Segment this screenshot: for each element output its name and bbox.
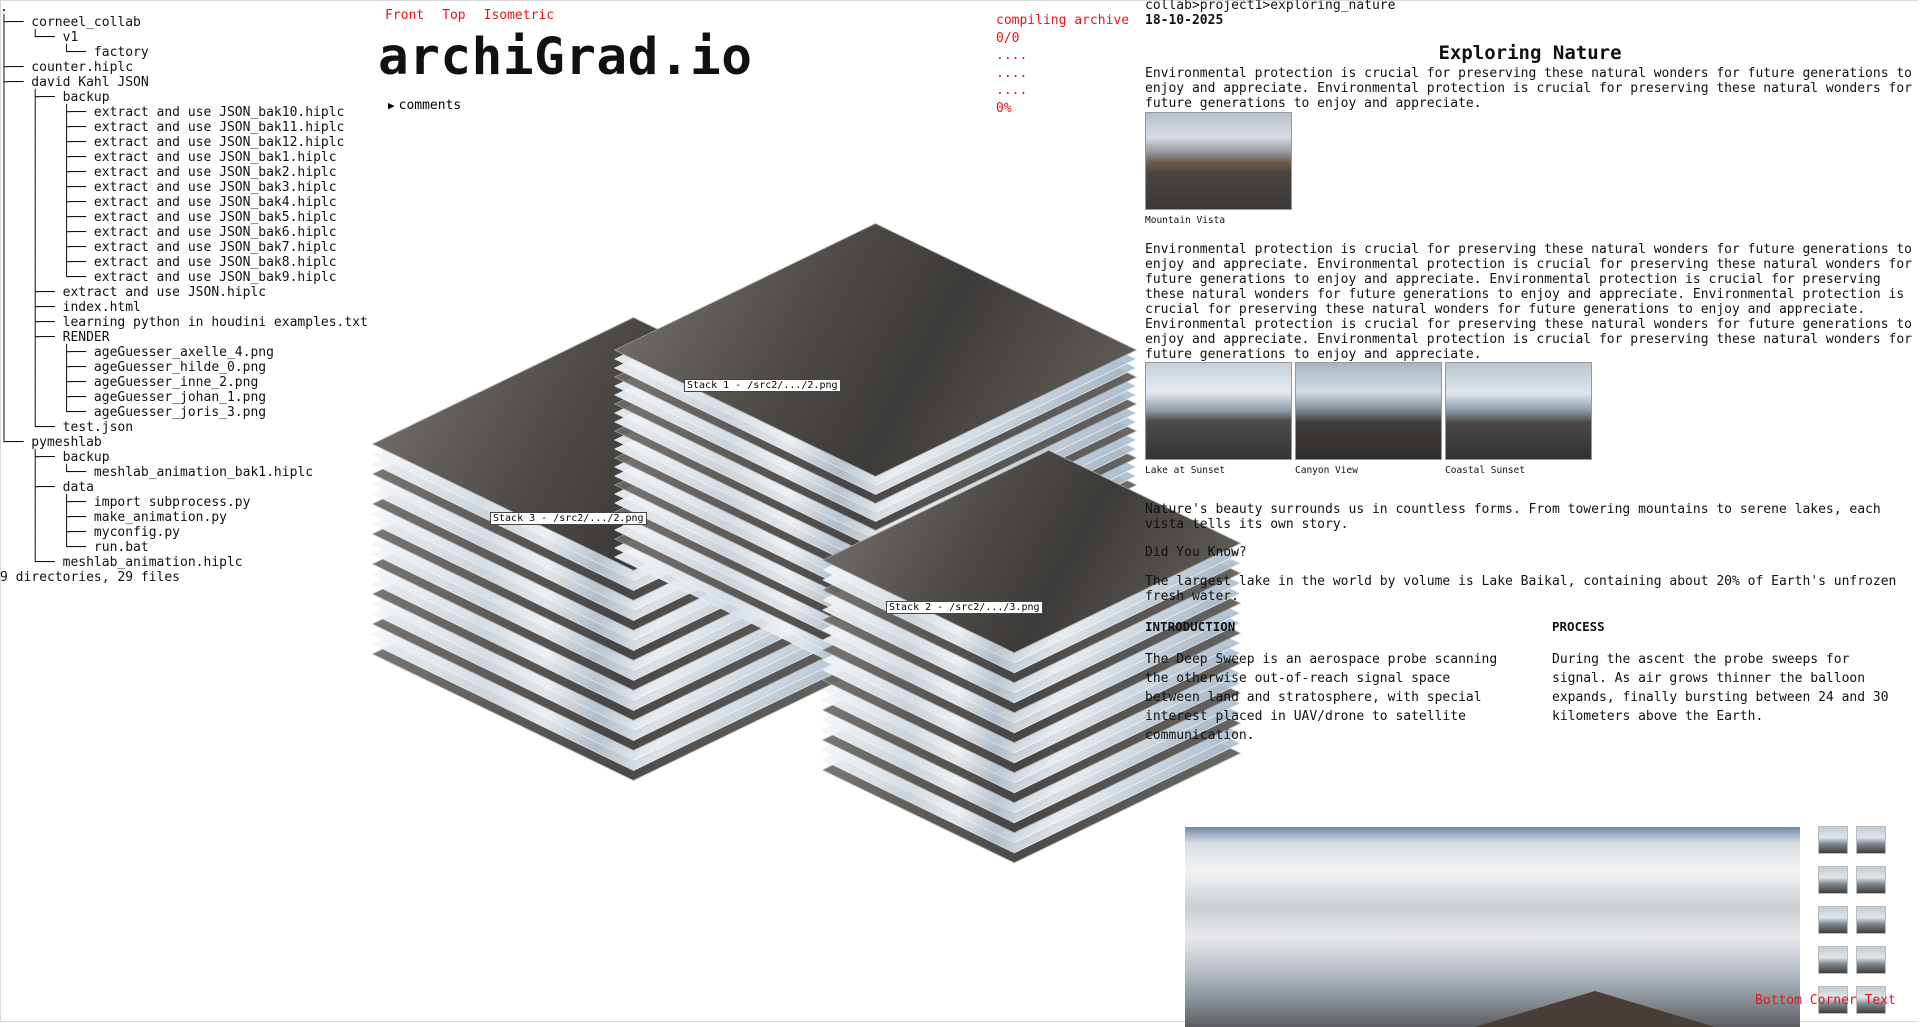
- tree-entry[interactable]: │ ├── myconfig.py: [0, 525, 372, 540]
- status-line: ....: [996, 65, 1028, 81]
- file-tree: . ├── corneel_collab │ └── v1 │ └── factory…: [0, 0, 372, 585]
- tree-entry[interactable]: │ ├── learning python in houdini example…: [0, 315, 372, 330]
- gallery-image[interactable]: Coastal Sunset: [1445, 362, 1592, 476]
- image-caption: Canyon View: [1295, 465, 1358, 476]
- comments-label: comments: [398, 98, 462, 113]
- thumbnail[interactable]: [1856, 906, 1886, 934]
- tree-entry[interactable]: │ │ ├── extract and use JSON_bak12.hiplc: [0, 135, 372, 150]
- process-column: PROCESS During the ascent the probe swee…: [1552, 617, 1912, 726]
- thumbnail[interactable]: [1818, 866, 1848, 894]
- article-date: 18-10-2025: [1145, 13, 1224, 28]
- tree-entry[interactable]: │ ├── RENDER: [0, 330, 372, 345]
- breadcrumb[interactable]: collab>project1>exploring_nature: [1145, 0, 1395, 13]
- gallery-image[interactable]: Canyon View: [1295, 362, 1442, 476]
- tree-entry[interactable]: │ │ ├── extract and use JSON_bak6.hiplc: [0, 225, 372, 240]
- image-caption: Coastal Sunset: [1445, 465, 1526, 476]
- tree-entry[interactable]: │ │ ├── extract and use JSON_bak8.hiplc: [0, 255, 372, 270]
- tree-entry[interactable]: │ │ ├── ageGuesser_hilde_0.png: [0, 360, 372, 375]
- tree-entry[interactable]: ├── corneel_collab: [0, 15, 372, 30]
- process-heading: PROCESS: [1552, 619, 1605, 634]
- status-line: ....: [996, 83, 1028, 98]
- thumbnail[interactable]: [1856, 826, 1886, 854]
- tree-entry[interactable]: │ └── run.bat: [0, 540, 372, 555]
- tree-entry[interactable]: │ ├── index.html: [0, 300, 372, 315]
- tree-entry[interactable]: │ │ ├── extract and use JSON_bak1.hiplc: [0, 150, 372, 165]
- tree-entry[interactable]: │ │ ├── ageGuesser_johan_1.png: [0, 390, 372, 405]
- tree-entry[interactable]: 9 directories, 29 files: [0, 570, 372, 585]
- stack-2-label: Stack 2 - /src2/.../3.png: [886, 601, 1043, 614]
- tree-entry[interactable]: │ │ ├── extract and use JSON_bak3.hiplc: [0, 180, 372, 195]
- coast-image[interactable]: [1445, 362, 1592, 460]
- gallery-image[interactable]: Lake at Sunset: [1145, 362, 1292, 476]
- tree-entry[interactable]: │ │ ├── extract and use JSON_bak2.hiplc: [0, 165, 372, 180]
- image-caption: Lake at Sunset: [1145, 465, 1226, 476]
- thumbnail[interactable]: [1856, 946, 1886, 974]
- thumbnail[interactable]: [1856, 866, 1886, 894]
- tree-entry[interactable]: └── meshlab_animation.hiplc: [0, 555, 372, 570]
- tree-entry[interactable]: │ │ ├── extract and use JSON_bak10.hiplc: [0, 105, 372, 120]
- intro-column: INTRODUCTION The Deep Sweep is an aerosp…: [1145, 617, 1505, 745]
- tree-entry[interactable]: │ ├── import subprocess.py: [0, 495, 372, 510]
- logo: archiGrad.io: [378, 28, 753, 87]
- article-title: Exploring Nature: [1438, 42, 1622, 64]
- stack-1-label: Stack 1 - /src2/.../2.png: [684, 379, 841, 392]
- image-caption: Mountain Vista: [1145, 215, 1226, 226]
- lake-image[interactable]: [1145, 362, 1292, 460]
- tree-entry[interactable]: └── pymeshlab: [0, 435, 372, 450]
- tree-entry[interactable]: ├── data: [0, 480, 372, 495]
- did-you-know-heading: Did You Know?: [1145, 545, 1247, 560]
- tree-entry[interactable]: │ │ ├── ageGuesser_inne_2.png: [0, 375, 372, 390]
- thumbnail[interactable]: [1818, 826, 1848, 854]
- status-line: 0%: [996, 100, 1012, 116]
- tab-top[interactable]: Top: [442, 8, 465, 23]
- tree-entry[interactable]: │ └── factory: [0, 45, 372, 60]
- process-text: During the ascent the probe sweeps for s…: [1552, 652, 1889, 724]
- status-line: ....: [996, 48, 1028, 63]
- paragraph: Nature's beauty surrounds us in countles…: [1145, 502, 1881, 532]
- tree-entry[interactable]: │ ├── make_animation.py: [0, 510, 372, 525]
- tree-entry[interactable]: │ │ ├── extract and use JSON_bak7.hiplc: [0, 240, 372, 255]
- stack-3-label: Stack 3 - /src2/.../2.png: [490, 512, 647, 525]
- tree-entry[interactable]: ├── counter.hiplc: [0, 60, 372, 75]
- mountain-image[interactable]: [1145, 112, 1292, 210]
- status-line: compiling archive: [996, 13, 1130, 28]
- tree-entry[interactable]: ├── backup: [0, 450, 372, 465]
- thumbnail[interactable]: [1818, 946, 1848, 974]
- canyon-image[interactable]: [1295, 362, 1442, 460]
- tab-front[interactable]: Front: [385, 8, 424, 23]
- tree-entry[interactable]: │ └── v1: [0, 30, 372, 45]
- tree-entry[interactable]: │ ├── extract and use JSON.hiplc: [0, 285, 372, 300]
- thumbnail[interactable]: [1818, 906, 1848, 934]
- comments-toggle[interactable]: ▶ comments: [388, 98, 461, 113]
- tree-entry[interactable]: │ └── test.json: [0, 420, 372, 435]
- tree-entry[interactable]: ├── david Kahl JSON: [0, 75, 372, 90]
- paragraph: Environmental protection is crucial for …: [1145, 242, 1913, 362]
- view-tabs: Front Top Isometric: [385, 8, 572, 23]
- tree-entry[interactable]: │ │ ├── extract and use JSON_bak4.hiplc: [0, 195, 372, 210]
- featured-photo[interactable]: [1185, 827, 1800, 1027]
- tree-entry[interactable]: │ │ └── extract and use JSON_bak9.hiplc: [0, 270, 372, 285]
- tree-entry[interactable]: .: [0, 0, 372, 15]
- status-line: 0/0: [996, 30, 1020, 46]
- tab-isometric[interactable]: Isometric: [484, 8, 554, 23]
- compile-status: compiling archive 0/0............ 0%: [996, 12, 1129, 117]
- triangle-right-icon: ▶: [388, 99, 395, 112]
- tree-entry[interactable]: │ │ ├── ageGuesser_axelle_4.png: [0, 345, 372, 360]
- bottom-corner-text: Bottom Corner Text: [1755, 993, 1896, 1008]
- tree-entry[interactable]: │ │ └── ageGuesser_joris_3.png: [0, 405, 372, 420]
- intro-heading: INTRODUCTION: [1145, 619, 1236, 634]
- intro-text: The Deep Sweep is an aerospace probe sca…: [1145, 652, 1498, 743]
- tree-entry[interactable]: │ │ ├── extract and use JSON_bak5.hiplc: [0, 210, 372, 225]
- tree-entry[interactable]: │ └── meshlab_animation_bak1.hiplc: [0, 465, 372, 480]
- paragraph: Environmental protection is crucial for …: [1145, 66, 1913, 111]
- tree-entry[interactable]: │ │ ├── extract and use JSON_bak11.hiplc: [0, 120, 372, 135]
- image-card[interactable]: Mountain Vista: [1145, 112, 1292, 226]
- fact-text: The largest lake in the world by volume …: [1145, 574, 1897, 604]
- tree-entry[interactable]: │ ├── backup: [0, 90, 372, 105]
